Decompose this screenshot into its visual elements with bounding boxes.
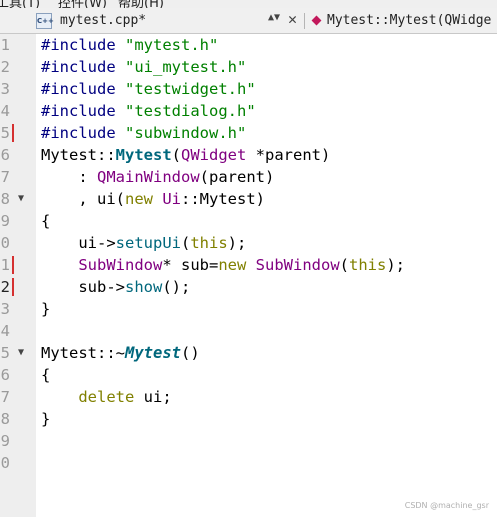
line-number: 1 (0, 36, 10, 54)
code-text: #include "testwidget.h" (41, 80, 256, 98)
line-number: 3 (0, 300, 10, 318)
code-line[interactable]: 4 (0, 320, 497, 342)
line-number: 9 (0, 432, 10, 450)
code-line[interactable]: 0 ui->setupUi(this); (0, 232, 497, 254)
code-line[interactable]: 8 ▼ , ui(new Ui::Mytest) (0, 188, 497, 210)
code-line[interactable]: 0 (0, 452, 497, 474)
change-marker (12, 278, 14, 296)
line-number: 0 (0, 454, 10, 472)
file-name: mytest.cpp* (60, 13, 147, 28)
code-text: { (41, 212, 51, 230)
code-text: SubWindow* sub=new SubWindow(this); (78, 256, 406, 274)
code-line[interactable]: 2 sub->show(); (0, 276, 497, 298)
code-text: : QMainWindow(parent) (41, 168, 275, 186)
cpp-file-icon: C++ (36, 13, 54, 29)
menu-item-tools[interactable]: 工具(T) (0, 0, 40, 8)
code-line[interactable]: 5 ▼ Mytest::~Mytest() (0, 342, 497, 364)
code-text: delete ui; (78, 388, 172, 406)
line-number: 5 (0, 344, 10, 362)
symbol-icon (311, 15, 322, 26)
code-line[interactable]: 6 Mytest::Mytest(QWidget *parent) (0, 144, 497, 166)
watermark: CSDN @machine_gsr (404, 501, 489, 510)
code-text: #include "testdialog.h" (41, 102, 256, 120)
code-line[interactable]: 9 (0, 430, 497, 452)
code-line[interactable]: 2 #include "ui_mytest.h" (0, 56, 497, 78)
code-text: } (41, 300, 51, 318)
code-line[interactable]: 1 SubWindow* sub=new SubWindow(this); (0, 254, 497, 276)
change-marker (12, 124, 14, 142)
line-number: 6 (0, 366, 10, 384)
code-text: sub->show(); (41, 278, 191, 296)
line-number: 8 (0, 190, 10, 208)
line-number: 7 (0, 388, 10, 406)
code-text: { (41, 366, 51, 384)
code-line[interactable]: 6{ (0, 364, 497, 386)
line-number: 4 (0, 322, 10, 340)
line-number: 3 (0, 80, 10, 98)
code-line[interactable]: 8} (0, 408, 497, 430)
fold-arrow-icon[interactable]: ▼ (18, 188, 24, 210)
menu-item-help[interactable]: 帮助(H) (118, 0, 164, 8)
line-number: 4 (0, 102, 10, 120)
code-text: #include "mytest.h" (41, 36, 219, 54)
code-text: Mytest::Mytest(QWidget *parent) (41, 146, 331, 164)
fold-arrow-icon[interactable]: ▼ (18, 342, 24, 364)
line-number: 2 (0, 58, 10, 76)
line-number: 9 (0, 212, 10, 230)
code-text: #include "subwindow.h" (41, 124, 247, 142)
line-number: 5 (0, 124, 10, 142)
code-line[interactable]: 3} (0, 298, 497, 320)
code-line[interactable]: 7 delete ui; (0, 386, 497, 408)
line-number: 0 (0, 234, 10, 252)
change-marker (12, 256, 14, 274)
line-number: 8 (0, 410, 10, 428)
code-text: ui->setupUi(this); (41, 234, 247, 252)
code-line[interactable]: 5 #include "subwindow.h" (0, 122, 497, 144)
tab-separator (304, 13, 305, 29)
symbol-selector[interactable]: Mytest::Mytest(QWidge (327, 13, 491, 28)
updown-arrows-icon[interactable]: ▲▼ (268, 12, 280, 23)
code-text: Mytest::~Mytest() (41, 344, 200, 362)
line-number: 6 (0, 146, 10, 164)
editor-tab-bar: C++ mytest.cpp* ▲▼ ✕ Mytest::Mytest(QWid… (0, 8, 497, 34)
line-number: 7 (0, 168, 10, 186)
line-number: 1 (0, 256, 10, 274)
menu-bar: 工具(T) 控件(W) 帮助(H) (0, 0, 497, 8)
code-text: , ui(new Ui::Mytest) (41, 190, 266, 208)
code-text: #include "ui_mytest.h" (41, 58, 247, 76)
code-line[interactable]: 7 : QMainWindow(parent) (0, 166, 497, 188)
menu-item-widgets[interactable]: 控件(W) (58, 0, 107, 8)
code-text: } (41, 410, 51, 428)
code-line[interactable]: 3 #include "testwidget.h" (0, 78, 497, 100)
code-line[interactable]: 4 #include "testdialog.h" (0, 100, 497, 122)
close-icon[interactable]: ✕ (288, 10, 297, 28)
file-tab[interactable]: C++ mytest.cpp* (0, 8, 260, 33)
code-line[interactable]: 9{ (0, 210, 497, 232)
code-line[interactable]: 1 #include "mytest.h" (0, 34, 497, 56)
line-number: 2 (0, 278, 10, 296)
